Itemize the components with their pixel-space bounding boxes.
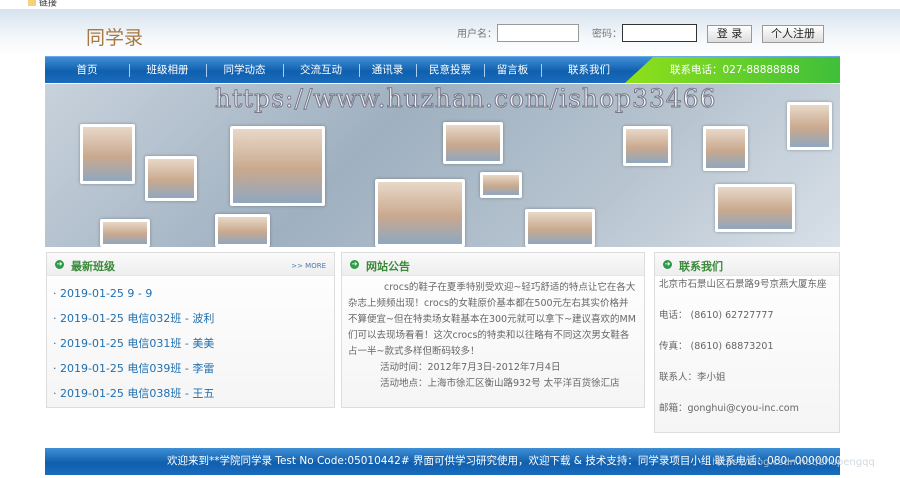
nav-poll[interactable]: 民意投票 [416,57,484,84]
panel-title: 最新班级 [71,260,115,273]
nav-home[interactable]: 首页 [45,57,129,84]
arrow-circle-icon: ➔ [663,260,672,269]
password-input[interactable] [622,24,697,42]
notice-panel: ➔ 网站公告 crocs的鞋子在夏季特别受欢迎~轻巧舒适的特点让它在各大杂志上频频… [341,252,645,408]
panel-title: 联系我们 [679,260,723,273]
csdn-watermark: https://blog.csdn.net/zhupengqq [712,457,875,468]
latest-classes-panel: ➔ 最新班级 >> MORE · 2019-01-25 9 - 9 · 2019-0… [46,252,335,408]
main-nav: 首页 班级相册 同学动态 交流互动 通讯录 民意投票 留言板 联系我们 联系电话… [45,56,840,83]
nav-contact[interactable]: 联系我们 [541,57,637,84]
nav-address-book[interactable]: 通讯录 [359,57,416,84]
class-item[interactable]: · 2019-01-25 电信039班 - 李雷 [47,356,334,381]
notice-place: 活动地点：上海市徐汇区衡山路932号 太平洋百货徐汇店 [380,378,620,389]
nav-class-album[interactable]: 班级相册 [129,57,206,84]
class-item[interactable]: · 2019-01-25 9 - 9 [47,281,334,306]
bookmark-link[interactable]: 链接 [39,0,57,9]
contact-address: 北京市石景山区石景路9号京燕大厦东座 [659,279,827,290]
notice-time: 活动时间：2012年7月3日-2012年7月4日 [380,362,561,373]
watermark-text: https://www.huzhan.com/ishop33466 [215,84,717,114]
class-item[interactable]: · 2019-01-25 电信038班 - 王五 [47,381,334,406]
contact-email: 邮箱：gonghui@cyou-inc.com [659,403,799,414]
hero-banner: https://www.huzhan.com/ishop33466 [45,84,840,247]
register-button[interactable]: 个人注册 [762,25,824,43]
username-input[interactable] [497,24,579,42]
folder-icon [28,0,36,6]
class-item[interactable]: · 2019-01-25 电信032班 - 波利 [47,306,334,331]
arrow-circle-icon: ➔ [350,260,359,269]
password-label: 密码： [592,29,622,40]
notice-body: crocs的鞋子在夏季特别受欢迎~轻巧舒适的特点让它在各大杂志上频频出现！cro… [348,282,636,357]
nav-interaction[interactable]: 交流互动 [283,57,359,84]
contact-phone: 电话： (8610) 62727777 [659,310,774,321]
contact-panel: ➔ 联系我们 北京市石景山区石景路9号京燕大厦东座 电话： (8610) 6272… [654,252,840,433]
contact-person: 联系人：李小姐 [659,372,726,383]
username-label: 用户名： [457,29,497,40]
arrow-circle-icon: ➔ [55,260,64,269]
site-logo[interactable]: 同学录 [86,23,143,50]
bookmark-bar: 链接 [0,0,900,9]
panel-title: 网站公告 [366,260,410,273]
nav-guestbook[interactable]: 留言板 [484,57,541,84]
phone-banner: 联系电话：027-88888888 [625,57,840,83]
nav-classmate-news[interactable]: 同学动态 [206,57,283,84]
contact-fax: 传真： (8610) 68873201 [659,341,774,352]
class-item[interactable]: · 2019-01-25 电信031班 - 美美 [47,331,334,356]
header: 同学录 用户名： 密码： 登 录 个人注册 [0,9,900,56]
more-link[interactable]: >> MORE [291,262,326,270]
login-button[interactable]: 登 录 [707,25,752,43]
